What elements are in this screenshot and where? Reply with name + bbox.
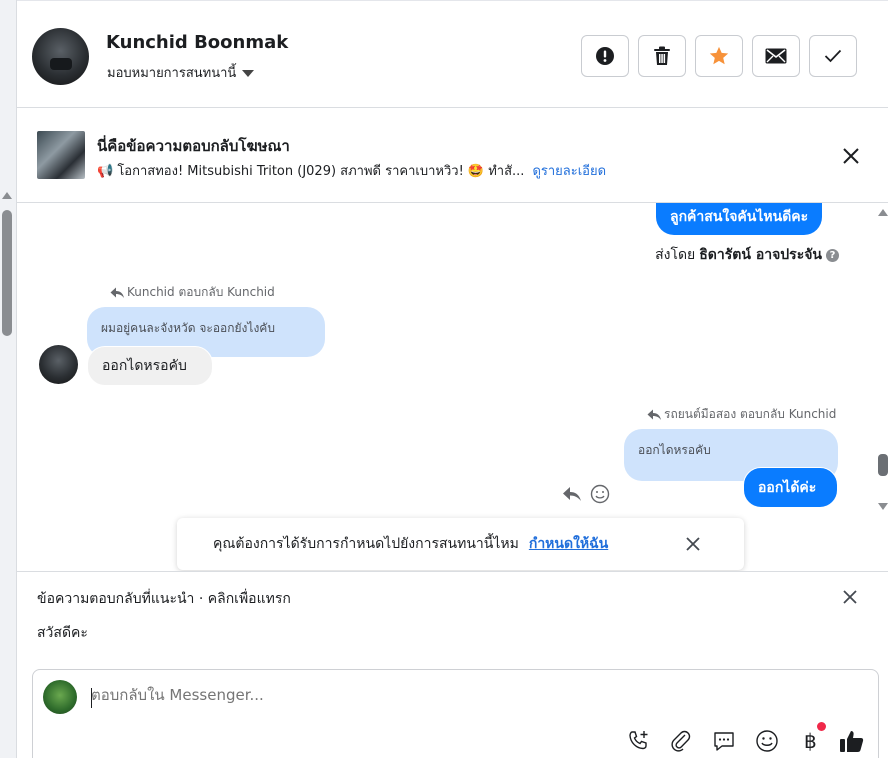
- message-bubble-outgoing[interactable]: ลูกค้าสนใจคันไหนดีคะ: [656, 203, 823, 235]
- message-composer: ฿: [32, 669, 879, 758]
- payment-button[interactable]: ฿: [797, 728, 823, 754]
- mark-spam-button[interactable]: [581, 35, 629, 77]
- scroll-down-arrow-icon[interactable]: [878, 503, 888, 510]
- attach-button[interactable]: [668, 728, 694, 754]
- scrollbar-thumb[interactable]: [878, 454, 888, 476]
- reply-context-text: Kunchid ตอบกลับ Kunchid: [127, 285, 275, 299]
- notification-dot: [817, 722, 826, 731]
- scrollbar-thumb[interactable]: [2, 210, 12, 336]
- close-suggestions-button[interactable]: [841, 588, 859, 606]
- reply-arrow-icon: [647, 409, 661, 420]
- reply-context-incoming: Kunchid ตอบกลับ Kunchid: [110, 283, 275, 302]
- inbox-conversation-panel: Kunchid Boonmak มอบหมายการสนทนานี้ นี่คื…: [0, 0, 888, 758]
- reminder-text: คุณต้องการได้รับการกำหนดไปยังการสนทนานี้…: [213, 536, 519, 552]
- saved-reply-button[interactable]: [711, 728, 737, 754]
- message-actions: [562, 484, 610, 504]
- suggested-replies-header: ข้อความตอบกลับที่แนะนำ · คลิกเพื่อแทรก: [37, 591, 291, 607]
- suggested-replies: ข้อความตอบกลับที่แนะนำ · คลิกเพื่อแทรก ส…: [17, 571, 888, 667]
- ad-reply-banner: นี่คือข้อความตอบกลับโฆษณา 📢 โอกาสทอง! Mi…: [17, 108, 888, 203]
- scroll-up-arrow-icon[interactable]: [878, 209, 888, 216]
- reply-context-text: รถยนต์มือสอง ตอบกลับ Kunchid: [664, 407, 837, 421]
- reply-icon[interactable]: [562, 486, 582, 502]
- star-icon: [709, 46, 729, 65]
- close-icon: [686, 537, 700, 551]
- trash-icon: [654, 46, 670, 65]
- sent-by-line: ส่งโดย ธิดารัตน์ อาจประจัน ?: [655, 244, 839, 266]
- message-bubble-incoming[interactable]: ออกไดหรอคับ: [87, 346, 213, 386]
- checkmark-icon: [824, 49, 842, 63]
- close-icon: [843, 590, 857, 604]
- suggested-reply-item[interactable]: สวัสดีคะ: [37, 622, 88, 644]
- baht-icon: ฿: [804, 729, 817, 753]
- attachment-icon: [671, 730, 691, 752]
- ad-banner-title: นี่คือข้อความตอบกลับโฆษณา: [97, 137, 290, 155]
- ad-thumbnail[interactable]: [37, 131, 85, 179]
- ad-details-link[interactable]: ดูรายละเอียด: [532, 164, 606, 179]
- message-thread[interactable]: ลูกค้าสนใจคันไหนดีคะ ส่งโดย ธิดารัตน์ อา…: [17, 203, 888, 571]
- sent-by-name: ธิดารัตน์ อาจประจัน: [699, 247, 822, 263]
- emoji-reaction-icon[interactable]: [590, 484, 610, 504]
- envelope-icon: [765, 48, 787, 64]
- message-bubble-outgoing[interactable]: ออกได้ค่ะ: [743, 467, 838, 508]
- left-scrollbar[interactable]: [0, 0, 17, 758]
- mark-unread-button[interactable]: [752, 35, 800, 77]
- page-avatar: [43, 680, 77, 714]
- emoji-button[interactable]: [754, 728, 780, 754]
- assign-dropdown[interactable]: มอบหมายการสนทนานี้: [107, 62, 255, 83]
- close-icon: [843, 148, 859, 164]
- like-icon: [840, 731, 864, 752]
- reply-context-outgoing: รถยนต์มือสอง ตอบกลับ Kunchid: [647, 405, 836, 424]
- text-caret: [91, 688, 92, 708]
- contact-name[interactable]: Kunchid Boonmak: [106, 32, 288, 53]
- exclamation-octagon-icon: [596, 47, 614, 65]
- sent-by-prefix: ส่งโดย: [655, 247, 696, 263]
- mark-done-button[interactable]: [809, 35, 857, 77]
- reply-arrow-icon: [110, 287, 124, 298]
- caret-down-icon: [242, 70, 255, 77]
- close-ad-banner-button[interactable]: [839, 144, 863, 168]
- ad-description: 📢 โอกาสทอง! Mitsubishi Triton (J029) สภา…: [97, 160, 606, 181]
- ad-description-text: 📢 โอกาสทอง! Mitsubishi Triton (J029) สภา…: [97, 164, 525, 179]
- call-add-icon: [629, 731, 648, 750]
- scroll-up-arrow-icon[interactable]: [2, 192, 12, 199]
- conversation-header: Kunchid Boonmak มอบหมายการสนทนานี้: [17, 0, 888, 108]
- help-icon[interactable]: ?: [826, 248, 839, 262]
- emoji-icon: [756, 730, 778, 752]
- star-button[interactable]: [695, 35, 743, 77]
- reply-input[interactable]: [91, 686, 791, 704]
- assign-reminder-toast: คุณต้องการได้รับการกำหนดไปยังการสนทนานี้…: [177, 518, 744, 570]
- saved-reply-icon: [714, 732, 734, 751]
- assign-label: มอบหมายการสนทนานี้: [107, 66, 237, 81]
- thread-scrollbar[interactable]: [877, 203, 888, 571]
- assign-to-me-link[interactable]: กำหนดให้ฉัน: [529, 533, 608, 555]
- svg-text:฿: ฿: [804, 729, 817, 753]
- sender-avatar: [39, 345, 78, 384]
- contact-avatar[interactable]: [32, 28, 89, 85]
- add-call-button[interactable]: [625, 728, 651, 754]
- like-button[interactable]: [839, 728, 865, 754]
- delete-button[interactable]: [638, 35, 686, 77]
- close-reminder-button[interactable]: [685, 536, 701, 552]
